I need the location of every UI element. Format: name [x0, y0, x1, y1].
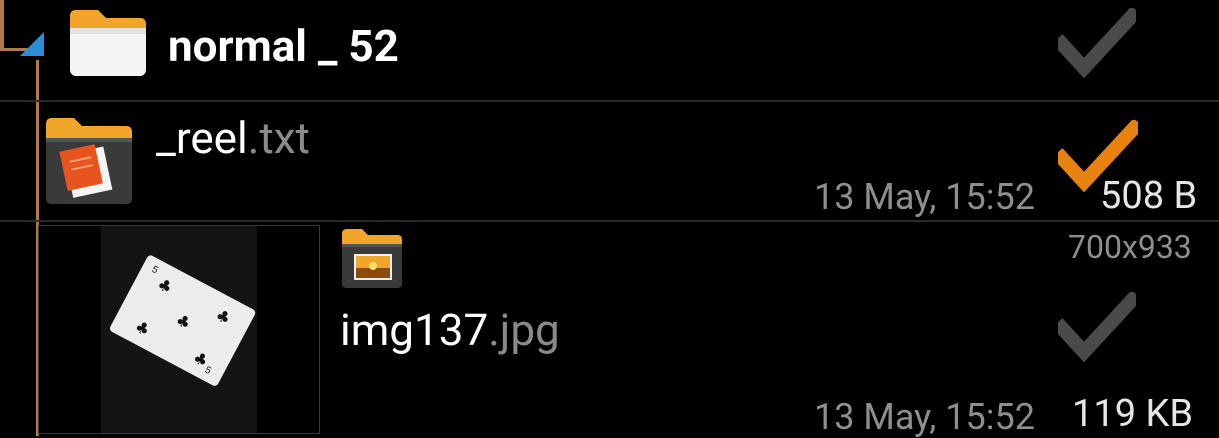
file-size: 508 B — [1100, 174, 1198, 218]
playing-card-thumbnail[interactable]: 5 5 ♣ ♣ ♣ ♣ ♣ — [38, 225, 320, 434]
file-size: 119 KB — [1072, 392, 1194, 436]
folder-icon — [70, 10, 146, 76]
file-extension: .jpg — [488, 304, 560, 356]
folder-name: normal _ 52 — [168, 20, 399, 72]
file-extension: .txt — [247, 112, 310, 164]
file-date: 13 May, 15:52 — [814, 176, 1035, 218]
expanded-triangle-icon[interactable] — [18, 30, 46, 58]
file-basename: _reel — [156, 112, 248, 164]
checkmark-icon[interactable] — [1058, 292, 1136, 362]
image-dimensions: 700x933 — [1068, 228, 1192, 266]
file-name: _reel.txt — [156, 112, 310, 164]
text-file-icon — [46, 118, 132, 204]
file-name: img137.jpg — [340, 304, 560, 356]
image-file-icon — [342, 229, 402, 288]
folder-row[interactable]: normal _ 52 — [0, 0, 1219, 100]
file-basename: img137 — [340, 304, 489, 356]
checkmark-icon[interactable] — [1058, 8, 1136, 78]
file-row-reel[interactable]: _reel.txt 13 May, 15:52 508 B — [0, 102, 1219, 220]
file-date: 13 May, 15:52 — [814, 396, 1035, 438]
